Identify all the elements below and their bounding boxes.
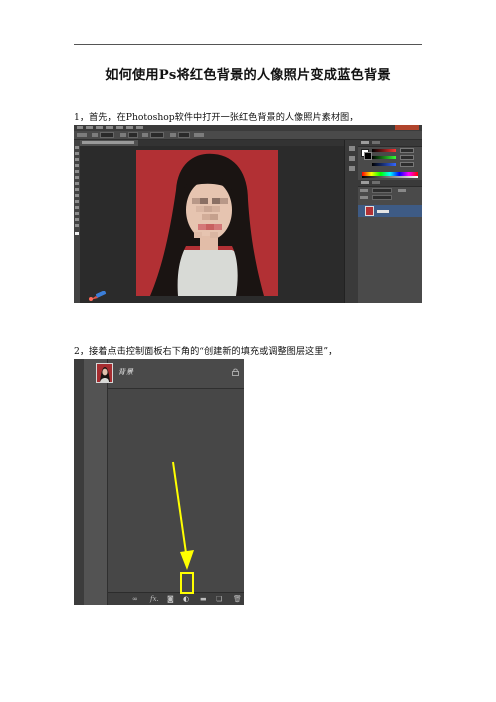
highlight-box	[180, 572, 194, 594]
layers-panel-footer	[108, 592, 244, 605]
layer-thumbnail	[365, 206, 374, 216]
lock-icon	[232, 368, 239, 376]
panel-edge	[74, 359, 84, 605]
layer-thumbnail	[96, 363, 113, 383]
group-icon[interactable]: ▬	[200, 595, 207, 603]
photoshop-screenshot	[74, 125, 422, 303]
portrait-photo	[136, 150, 278, 296]
link-icon[interactable]: ∞	[132, 595, 138, 603]
page-title: 如何使用Ps将红色背景的人像照片变成蓝色背景	[105, 68, 391, 83]
panel-dock-strip	[84, 359, 108, 605]
fx-icon[interactable]: fx.	[150, 595, 159, 603]
new-layer-icon[interactable]: ❏	[216, 595, 222, 603]
right-panels	[358, 140, 422, 303]
workspace-button	[395, 125, 419, 130]
step-2-text: 2，接着点击控制面板右下角的“创建新的填充或调整图层这里”，	[74, 346, 338, 357]
mask-icon[interactable]: ◙	[167, 595, 174, 603]
options-bar	[74, 131, 422, 140]
trash-icon[interactable]: 🗑	[233, 595, 242, 603]
header-rule	[74, 44, 422, 45]
document-tab-label	[82, 141, 134, 144]
layer-name: 背景	[118, 368, 134, 376]
layer-name	[377, 210, 389, 213]
grayscale-ramp	[362, 176, 418, 178]
adjustment-layer-icon[interactable]: ◐	[183, 595, 189, 603]
layers-list-empty-area	[108, 389, 244, 592]
step-1-text: 1，首先，在Photoshop软件中打开一张红色背景的人像照片素材图，	[74, 112, 359, 123]
layers-panel-screenshot: 背景 ∞ fx. ◙ ◐ ▬ ❏ 🗑	[74, 359, 244, 605]
brush-tool-icon	[89, 291, 107, 301]
portrait-illustration	[136, 150, 278, 296]
